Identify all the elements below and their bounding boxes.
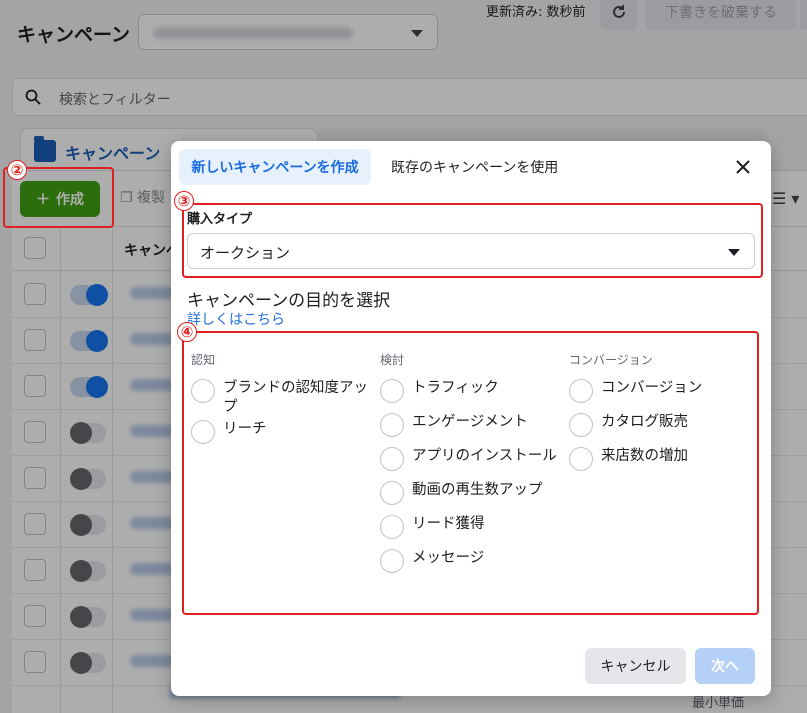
learn-more-link[interactable]: 詳しくはこちら xyxy=(187,309,285,329)
radio-button[interactable] xyxy=(380,413,404,437)
radio-button[interactable] xyxy=(191,420,215,444)
radio-button[interactable] xyxy=(380,515,404,539)
objective-option[interactable]: メッセージ xyxy=(380,546,560,580)
objective-label: カタログ販売 xyxy=(601,414,688,430)
objective-option[interactable]: リード獲得 xyxy=(380,512,560,546)
objective-label: トラフィック xyxy=(412,380,499,396)
radio-button[interactable] xyxy=(191,379,215,403)
cancel-button[interactable]: キャンセル xyxy=(585,648,686,684)
objective-option[interactable]: 動画の再生数アップ xyxy=(380,478,560,512)
tab-new-campaign[interactable]: 新しいキャンペーンを作成 xyxy=(179,149,371,185)
radio-button[interactable] xyxy=(380,379,404,403)
column-title: コンバージョン xyxy=(569,353,653,367)
objective-column-consideration: 検討 トラフィックエンゲージメントアプリのインストール 動画の再生数アップ リード獲… xyxy=(380,351,560,580)
objective-label: コンバージョン xyxy=(601,380,703,396)
column-title: 検討 xyxy=(380,353,405,367)
objective-label: 動画の再生数アップ xyxy=(412,482,543,498)
objective-option[interactable]: エンゲージメント xyxy=(380,410,560,444)
annotation-marker-4: ④ xyxy=(177,322,197,342)
objective-option[interactable]: リーチ xyxy=(191,417,371,451)
objective-label: リード獲得 xyxy=(412,516,485,532)
objective-label: リーチ xyxy=(223,421,267,437)
radio-button[interactable] xyxy=(569,413,593,437)
chevron-down-icon xyxy=(728,249,740,256)
objective-title: キャンペーンの目的を選択 xyxy=(187,291,391,311)
radio-button[interactable] xyxy=(569,447,593,471)
purchase-type-select[interactable]: オークション xyxy=(187,233,755,269)
objective-option[interactable]: ブランドの認知度アップ xyxy=(191,376,371,417)
objective-option[interactable]: 来店数の増加 xyxy=(569,444,749,478)
purchase-type-value: オークション xyxy=(200,244,291,262)
objective-option[interactable]: カタログ販売 xyxy=(569,410,749,444)
objective-column-awareness: 認知 ブランドの認知度アップリーチ xyxy=(191,351,371,451)
objective-option[interactable]: コンバージョン xyxy=(569,376,749,410)
objective-label: エンゲージメント xyxy=(412,414,528,430)
objective-column-conversion: コンバージョン コンバージョン カタログ販売 来店数の増加 xyxy=(569,351,749,478)
annotation-marker-3: ③ xyxy=(174,191,194,211)
radio-button[interactable] xyxy=(569,379,593,403)
objective-option[interactable]: アプリのインストール xyxy=(380,444,560,478)
radio-button[interactable] xyxy=(380,481,404,505)
close-icon xyxy=(736,160,750,174)
campaign-dialog: 新しいキャンペーンを作成 既存のキャンペーンを使用 購入タイプ オークション キ… xyxy=(171,141,771,696)
objective-label: アプリのインストール xyxy=(412,448,557,464)
close-button[interactable] xyxy=(729,153,757,181)
radio-button[interactable] xyxy=(380,447,404,471)
annotation-marker-2: ② xyxy=(7,160,27,180)
next-button[interactable]: 次へ xyxy=(695,648,755,684)
objective-list: トラフィックエンゲージメントアプリのインストール 動画の再生数アップ リード獲得メッ… xyxy=(380,376,560,580)
tab-existing-campaign[interactable]: 既存のキャンペーンを使用 xyxy=(391,149,558,185)
objective-label: メッセージ xyxy=(412,550,485,566)
objective-label: 来店数の増加 xyxy=(601,448,688,464)
purchase-type-label: 購入タイプ xyxy=(187,212,253,227)
objective-list: コンバージョン カタログ販売 来店数の増加 xyxy=(569,376,749,478)
objective-option[interactable]: トラフィック xyxy=(380,376,560,410)
objective-label: ブランドの認知度アップ xyxy=(223,380,368,415)
objective-list: ブランドの認知度アップリーチ xyxy=(191,376,371,451)
column-title: 認知 xyxy=(191,353,216,367)
radio-button[interactable] xyxy=(380,549,404,573)
